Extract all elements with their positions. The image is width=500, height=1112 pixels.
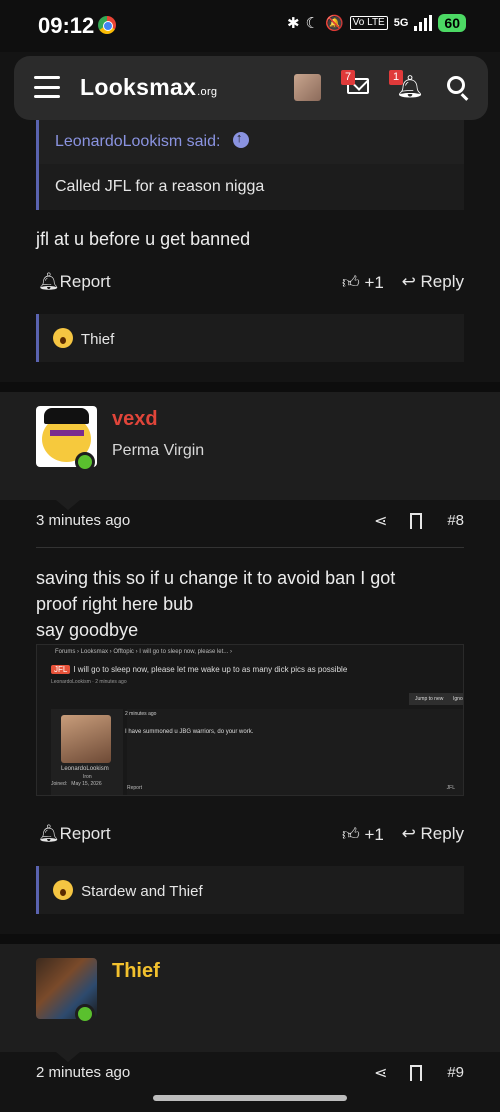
reply-button[interactable]: ↩ Reply bbox=[402, 272, 464, 292]
bookmark-icon[interactable] bbox=[410, 1065, 422, 1081]
battery-icon: 60 bbox=[438, 14, 466, 32]
post-actions: 🔔︎Report 👍︎ +1 ↩ Reply bbox=[38, 824, 464, 848]
post-number[interactable]: #9 bbox=[447, 1064, 464, 1081]
post-meta: 2 minutes ago ⋖ #9 bbox=[36, 1064, 464, 1086]
post-divider bbox=[0, 934, 500, 944]
moon-icon: ☾ bbox=[305, 15, 319, 32]
bluetooth-icon: ✱ bbox=[286, 15, 300, 32]
shocked-emoji-icon bbox=[53, 328, 73, 348]
embed-report: Report bbox=[127, 785, 143, 791]
site-logo[interactable]: Looksmax.org bbox=[80, 74, 217, 101]
inbox-badge: 7 bbox=[341, 70, 355, 85]
post-number[interactable]: #8 bbox=[447, 512, 464, 529]
post-time[interactable]: 3 minutes ago bbox=[36, 512, 130, 529]
share-icon[interactable]: ⋖ bbox=[374, 1063, 387, 1083]
bookmark-icon[interactable] bbox=[410, 513, 422, 529]
embed-post-body bbox=[127, 709, 463, 795]
clock: 09:12 bbox=[38, 13, 95, 38]
like-button[interactable]: 👍︎ +1 bbox=[342, 272, 384, 293]
author-name[interactable]: Thief bbox=[112, 960, 160, 983]
reply-icon: ↩ bbox=[401, 824, 421, 843]
reactions-list[interactable]: Stardew and Thief bbox=[81, 883, 202, 900]
reply-button[interactable]: ↩ Reply bbox=[402, 824, 464, 844]
quote-header[interactable]: LeonardoLookism said: bbox=[39, 120, 464, 164]
chrome-icon bbox=[98, 16, 116, 34]
signal-icon bbox=[414, 15, 433, 31]
embed-post-text: I have summoned u JBG warriors, do your … bbox=[125, 729, 254, 735]
reactions-bar[interactable]: Thief bbox=[36, 314, 464, 362]
embed-joined: Joined: May 15, 2026 bbox=[51, 781, 102, 787]
thumbs-up-icon: 👍︎ bbox=[342, 273, 365, 292]
jump-to-quote-icon[interactable] bbox=[232, 130, 249, 148]
post-line: proof right here bub bbox=[36, 594, 194, 614]
thumbs-up-icon: 👍︎ bbox=[342, 825, 365, 844]
status-icons: ✱ ☾ 🔕 Vo LTE 5G 60 bbox=[287, 14, 466, 32]
post-author-block: vexd Perma Virgin bbox=[0, 392, 500, 500]
report-bell-icon: 🔔︎ bbox=[38, 824, 60, 843]
user-title: Perma Virgin bbox=[112, 442, 205, 459]
quote-text: Called JFL for a reason nigga bbox=[55, 178, 265, 195]
post-line: say goodbye bbox=[36, 620, 139, 640]
embed-ignore-button: Ignore bbox=[447, 693, 463, 705]
embed-rank: Iron bbox=[83, 774, 92, 780]
embed-user-card: LeonardoLookism Iron Joined: May 15, 202… bbox=[51, 709, 123, 795]
post-divider bbox=[0, 382, 500, 392]
embed-thread-meta: LeonardoLookism · 2 minutes ago bbox=[51, 679, 127, 685]
reactions-list[interactable]: Thief bbox=[81, 331, 114, 348]
user-avatar[interactable] bbox=[294, 74, 321, 101]
embed-post-time: 2 minutes ago bbox=[125, 711, 157, 717]
embed-prefix-tag: JFL bbox=[51, 665, 71, 674]
post-time[interactable]: 2 minutes ago bbox=[36, 1064, 130, 1081]
online-indicator bbox=[75, 1004, 95, 1024]
report-button[interactable]: 🔔︎Report bbox=[38, 824, 111, 844]
mute-icon: 🔕 bbox=[324, 15, 344, 32]
embed-thread-title: JFL I will go to sleep now, please let me… bbox=[51, 665, 347, 674]
logo-main: Looksmax bbox=[80, 74, 197, 100]
laughing-emoji-icon bbox=[53, 880, 73, 900]
post-line: saving this so if u change it to avoid b… bbox=[36, 568, 396, 588]
report-button[interactable]: 🔔︎Report bbox=[38, 272, 111, 292]
like-button[interactable]: 👍︎ +1 bbox=[342, 824, 384, 845]
report-bell-icon: 🔔︎ bbox=[38, 272, 60, 291]
gesture-bar[interactable] bbox=[153, 1095, 347, 1101]
network-label: 5G bbox=[393, 17, 409, 29]
reply-icon: ↩ bbox=[401, 272, 421, 291]
embed-username: LeonardoLookism bbox=[61, 766, 109, 772]
embed-jump-button: Jump to new bbox=[409, 693, 450, 705]
embed-reaction: JFL bbox=[446, 785, 455, 791]
volte-icon: Vo LTE bbox=[349, 16, 388, 30]
reactions-bar[interactable]: Stardew and Thief bbox=[36, 866, 464, 914]
attached-screenshot[interactable]: Forums › Looksmax › Offtopic › I will go… bbox=[36, 644, 464, 796]
online-indicator bbox=[75, 452, 95, 472]
post-body: jfl at u before u get banned bbox=[36, 229, 251, 249]
embed-avatar bbox=[61, 715, 111, 763]
share-icon[interactable]: ⋖ bbox=[374, 511, 387, 531]
quote-block: LeonardoLookism said: Called JFL for a r… bbox=[36, 120, 464, 210]
author-caret bbox=[56, 1052, 80, 1062]
author-caret bbox=[56, 500, 80, 510]
menu-icon[interactable] bbox=[34, 76, 60, 98]
top-navbar: Looksmax.org 7 🔔︎ 1 bbox=[14, 56, 488, 120]
post-body: saving this so if u change it to avoid b… bbox=[36, 565, 395, 643]
author-name[interactable]: vexd bbox=[112, 408, 158, 431]
embed-breadcrumbs: Forums › Looksmax › Offtopic › I will go… bbox=[55, 649, 232, 655]
alerts-badge: 1 bbox=[389, 70, 403, 85]
status-bar: 09:12 ✱ ☾ 🔕 Vo LTE 5G 60 bbox=[0, 0, 500, 52]
meta-separator bbox=[36, 547, 464, 548]
post-author-block: Thief bbox=[0, 944, 500, 1052]
post-actions: 🔔︎Report 👍︎ +1 ↩ Reply bbox=[38, 272, 464, 296]
search-icon[interactable] bbox=[447, 76, 465, 94]
embed-title-text: I will go to sleep now, please let me wa… bbox=[73, 665, 348, 674]
quote-author[interactable]: LeonardoLookism said: bbox=[55, 133, 220, 150]
logo-suffix: .org bbox=[197, 86, 218, 98]
post-meta: 3 minutes ago ⋖ #8 bbox=[36, 512, 464, 534]
